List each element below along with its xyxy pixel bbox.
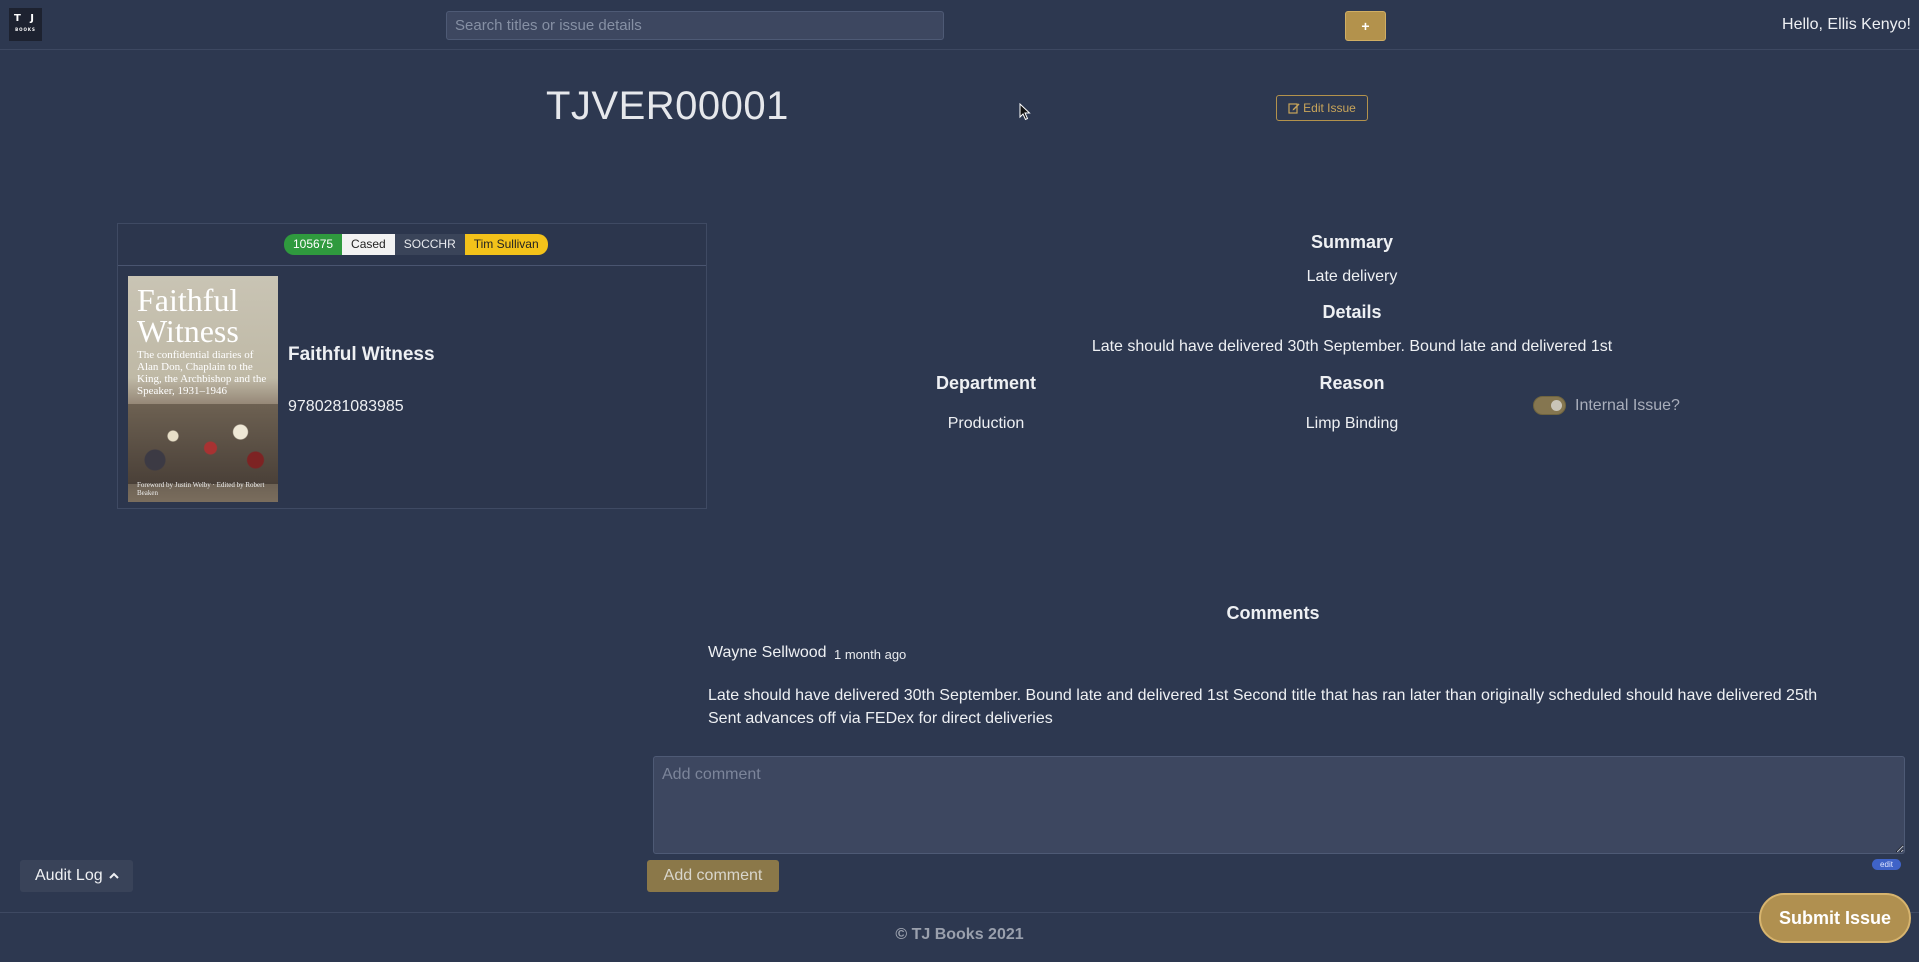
cover-title: Faithful Witness — [137, 282, 239, 349]
edit-icon — [1288, 103, 1300, 114]
add-issue-button[interactable]: + — [1345, 11, 1386, 41]
details-value: Late should have delivered 30th Septembe… — [1091, 338, 1613, 355]
internal-issue-label: Internal Issue? — [1575, 397, 1680, 414]
badge-group: 105675 Cased SOCCHR Tim Sullivan — [284, 234, 548, 255]
internal-issue-toggle[interactable] — [1533, 396, 1566, 415]
cover-subtitle: The confidential diaries of Alan Don, Ch… — [137, 349, 267, 397]
book-cover-image: Faithful Witness The confidential diarie… — [128, 276, 278, 502]
cover-credits: Foreword by Justin Welby · Edited by Rob… — [137, 481, 265, 497]
summary-label: Summary — [1310, 232, 1394, 252]
reason-value: Limp Binding — [1305, 415, 1399, 432]
job-number-badge: 105675 — [284, 234, 343, 255]
tj-books-logo[interactable]: T J BOOKS — [9, 8, 42, 41]
book-isbn: 9780281083985 — [288, 398, 404, 415]
chevron-up-icon — [109, 872, 119, 879]
account-manager-badge: Tim Sullivan — [464, 234, 548, 255]
toggle-knob — [1551, 400, 1562, 411]
department-label: Department — [935, 373, 1037, 393]
footer-copyright: © TJ Books 2021 — [895, 926, 1024, 943]
audit-log-label: Audit Log — [35, 867, 103, 884]
search-input[interactable] — [446, 11, 944, 40]
top-navbar: T J BOOKS + Hello, Ellis Kenyo! — [0, 0, 1919, 50]
edit-pill-badge[interactable]: edit — [1872, 859, 1901, 870]
comment-timestamp: 1 month ago — [834, 647, 907, 662]
add-comment-textarea[interactable] — [653, 756, 1905, 854]
department-value: Production — [947, 415, 1025, 432]
summary-value: Late delivery — [1306, 268, 1398, 285]
add-comment-button[interactable]: Add comment — [647, 860, 779, 892]
mouse-cursor-icon — [1019, 103, 1031, 121]
comment-body: Late should have delivered 30th Septembe… — [708, 687, 1818, 727]
issue-id-title: TJVER00001 — [546, 84, 789, 128]
comment-author: Wayne Sellwood — [708, 644, 827, 661]
submit-issue-button[interactable]: Submit Issue — [1759, 893, 1911, 943]
edit-issue-label: Edit Issue — [1303, 101, 1356, 115]
customer-code-badge: SOCCHR — [394, 234, 465, 255]
user-greeting[interactable]: Hello, Ellis Kenyo! — [1782, 16, 1911, 34]
comments-heading: Comments — [1226, 603, 1320, 623]
footer-divider — [0, 912, 1919, 913]
book-title: Faithful Witness — [288, 344, 435, 365]
book-card: 105675 Cased SOCCHR Tim Sullivan Faithfu… — [117, 223, 707, 509]
reason-label: Reason — [1319, 373, 1385, 393]
edit-issue-button[interactable]: Edit Issue — [1276, 95, 1368, 121]
book-card-header: 105675 Cased SOCCHR Tim Sullivan — [118, 224, 706, 266]
cover-illustration — [128, 404, 278, 484]
audit-log-button[interactable]: Audit Log — [20, 860, 133, 892]
details-label: Details — [1322, 302, 1382, 322]
binding-badge: Cased — [342, 234, 395, 255]
